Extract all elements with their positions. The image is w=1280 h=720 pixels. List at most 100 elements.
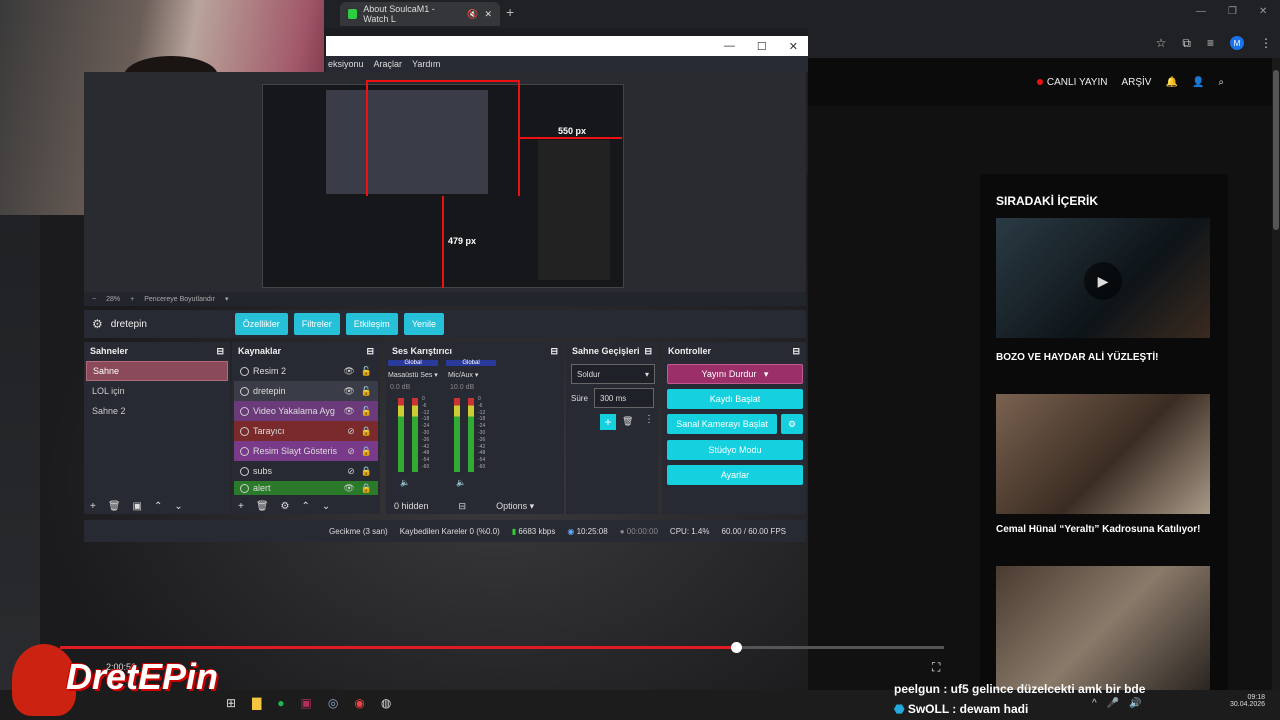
channel-name[interactable]: Mic/Aux ▾ bbox=[448, 371, 478, 379]
filters-button[interactable]: Filtreler bbox=[293, 313, 340, 335]
down-icon[interactable]: ⌄ bbox=[322, 501, 330, 512]
eye-off-icon[interactable]: ⊘ bbox=[347, 466, 355, 477]
profile-icon[interactable]: M bbox=[1230, 36, 1244, 50]
duration-input[interactable]: 300 ms bbox=[594, 388, 654, 408]
properties-button[interactable]: Özellikler bbox=[234, 313, 288, 335]
user-icon[interactable]: 👤 bbox=[1192, 77, 1204, 88]
maximize-button[interactable]: ❐ bbox=[1228, 6, 1237, 17]
scrollbar-thumb[interactable] bbox=[1273, 70, 1279, 230]
transition-select[interactable]: Soldur ▾ bbox=[571, 364, 655, 384]
archive-link[interactable]: ARŞİV bbox=[1121, 77, 1151, 88]
more-icon[interactable]: ⋮ bbox=[644, 414, 654, 425]
channel-name[interactable]: Masaüstü Ses ▾ bbox=[388, 371, 438, 379]
obs-icon[interactable]: ◍ bbox=[381, 696, 391, 710]
lock-icon[interactable]: 🔓 bbox=[361, 386, 372, 397]
menu-icon[interactable]: ⋮ bbox=[1260, 36, 1272, 50]
browser-tab[interactable]: About SoulcaM1 - Watch L 🔇 ✕ bbox=[340, 2, 500, 26]
mixer-layout-icon[interactable]: ⊟ bbox=[459, 501, 467, 512]
volume-icon[interactable]: 🔊 bbox=[1129, 698, 1141, 709]
scene-item[interactable]: LOL için bbox=[86, 381, 228, 401]
trash-icon[interactable]: 🗑 bbox=[622, 416, 633, 427]
speaker-icon[interactable]: 🔈 bbox=[456, 478, 466, 487]
add-icon[interactable]: + bbox=[90, 501, 96, 512]
spotify-icon[interactable]: ● bbox=[277, 696, 284, 710]
obs-close-button[interactable]: ✕ bbox=[789, 40, 798, 53]
chevron-down-icon[interactable]: ▾ bbox=[225, 295, 229, 303]
fullscreen-icon[interactable]: ⛶ bbox=[932, 660, 940, 675]
options-button[interactable]: Options ▾ bbox=[496, 501, 534, 512]
stop-stream-button[interactable]: Yayını Durdur ▾ bbox=[667, 364, 803, 384]
dock-undock-icon[interactable]: ⊟ bbox=[792, 346, 800, 357]
file-explorer-icon[interactable]: ▇ bbox=[252, 696, 261, 710]
virtual-camera-gear-icon[interactable]: ⚙ bbox=[781, 414, 803, 434]
chevron-up-icon[interactable]: ^ bbox=[1092, 698, 1097, 709]
add-icon[interactable]: + bbox=[238, 501, 244, 512]
zoom-in-button[interactable]: + bbox=[130, 296, 134, 303]
close-tab-icon[interactable]: ✕ bbox=[484, 9, 492, 20]
minimize-button[interactable]: — bbox=[1196, 6, 1206, 17]
video-thumbnail[interactable] bbox=[996, 566, 1210, 690]
trash-icon[interactable]: 🗑 bbox=[108, 501, 121, 512]
filter-icon[interactable]: ▣ bbox=[133, 501, 142, 512]
eye-icon[interactable]: 👁 bbox=[343, 386, 354, 397]
lock-icon[interactable]: 🔒 bbox=[361, 483, 372, 494]
clock[interactable]: 09:18 30.04.2026 bbox=[1230, 694, 1265, 708]
mic-icon[interactable]: 🎤 bbox=[1107, 698, 1119, 709]
video-caption[interactable]: Cemal Hünal “Yeraltı” Kadrosuna Katılıyo… bbox=[996, 524, 1201, 535]
down-icon[interactable]: ⌄ bbox=[174, 501, 182, 512]
obs-maximize-button[interactable]: ☐ bbox=[757, 40, 767, 53]
chrome-icon[interactable]: ◉ bbox=[354, 696, 364, 710]
eye-icon[interactable]: 👁 bbox=[343, 483, 354, 494]
eye-icon[interactable]: 👁 bbox=[343, 406, 354, 417]
source-row[interactable]: Tarayıcı ⊘ 🔒 bbox=[234, 421, 378, 441]
app-icon[interactable]: ▣ bbox=[301, 696, 312, 710]
zoom-mode[interactable]: Pencereye Boyutlandır bbox=[144, 296, 215, 303]
zoom-out-button[interactable]: − bbox=[92, 296, 96, 303]
steam-icon[interactable]: ◎ bbox=[328, 696, 338, 710]
star-icon[interactable]: ☆ bbox=[1156, 36, 1167, 50]
up-icon[interactable]: ⌃ bbox=[302, 501, 310, 512]
refresh-button[interactable]: Yenile bbox=[403, 313, 445, 335]
video-caption[interactable]: BOZO VE HAYDAR ALİ YÜZLEŞTİ! bbox=[996, 352, 1158, 363]
mute-tab-icon[interactable]: 🔇 bbox=[467, 9, 478, 20]
lock-icon[interactable]: 🔓 bbox=[361, 366, 372, 377]
source-row[interactable]: alert 👁 🔒 bbox=[234, 481, 378, 495]
trash-icon[interactable]: 🗑 bbox=[256, 501, 269, 512]
source-row[interactable]: Resim 2 👁 🔓 bbox=[234, 361, 378, 381]
speaker-icon[interactable]: 🔈 bbox=[400, 478, 410, 487]
scene-item[interactable]: Sahne bbox=[86, 361, 228, 381]
studio-mode-button[interactable]: Stüdyo Modu bbox=[667, 440, 803, 460]
play-icon[interactable]: ▶ bbox=[1084, 262, 1122, 300]
lock-icon[interactable]: 🔒 bbox=[361, 446, 372, 457]
eye-off-icon[interactable]: ⊘ bbox=[347, 446, 355, 457]
source-row[interactable]: dretepin 👁 🔓 bbox=[234, 381, 378, 401]
settings-button[interactable]: Ayarlar bbox=[667, 465, 803, 485]
lock-icon[interactable]: 🔒 bbox=[361, 426, 372, 437]
source-row[interactable]: subs ⊘ 🔒 bbox=[234, 461, 378, 481]
lock-icon[interactable]: 🔓 bbox=[361, 406, 372, 417]
menu-item[interactable]: eksiyonu bbox=[328, 59, 364, 69]
start-recording-button[interactable]: Kaydı Başlat bbox=[667, 389, 803, 409]
obs-minimize-button[interactable]: — bbox=[724, 40, 735, 52]
live-link[interactable]: CANLI YAYIN bbox=[1036, 77, 1107, 88]
menu-item[interactable]: Araçlar bbox=[374, 59, 403, 69]
source-row[interactable]: Resim Slayt Gösteris ⊘ 🔒 bbox=[234, 441, 378, 461]
eye-off-icon[interactable]: ⊘ bbox=[347, 426, 355, 437]
extensions-icon[interactable]: ⧉ bbox=[1182, 36, 1191, 51]
new-tab-button[interactable]: + bbox=[506, 4, 514, 20]
dock-undock-icon[interactable]: ⊟ bbox=[644, 346, 652, 357]
video-thumbnail[interactable] bbox=[996, 394, 1210, 514]
add-transition-button[interactable]: + bbox=[600, 414, 616, 430]
task-view-icon[interactable]: ⊞ bbox=[226, 696, 236, 710]
queue-icon[interactable]: ≡ bbox=[1207, 36, 1214, 50]
interact-button[interactable]: Etkileşim bbox=[345, 313, 398, 335]
gear-icon[interactable]: ⚙ bbox=[281, 501, 290, 512]
up-icon[interactable]: ⌃ bbox=[154, 501, 162, 512]
dock-undock-icon[interactable]: ⊟ bbox=[550, 346, 558, 357]
bell-icon[interactable]: 🔔 bbox=[1165, 77, 1177, 88]
menu-item[interactable]: Yardım bbox=[412, 59, 440, 69]
dock-undock-icon[interactable]: ⊟ bbox=[216, 346, 224, 357]
virtual-camera-button[interactable]: Sanal Kamerayı Başlat bbox=[667, 414, 777, 434]
close-button[interactable]: ✕ bbox=[1259, 6, 1267, 17]
scene-item[interactable]: Sahne 2 bbox=[86, 401, 228, 421]
